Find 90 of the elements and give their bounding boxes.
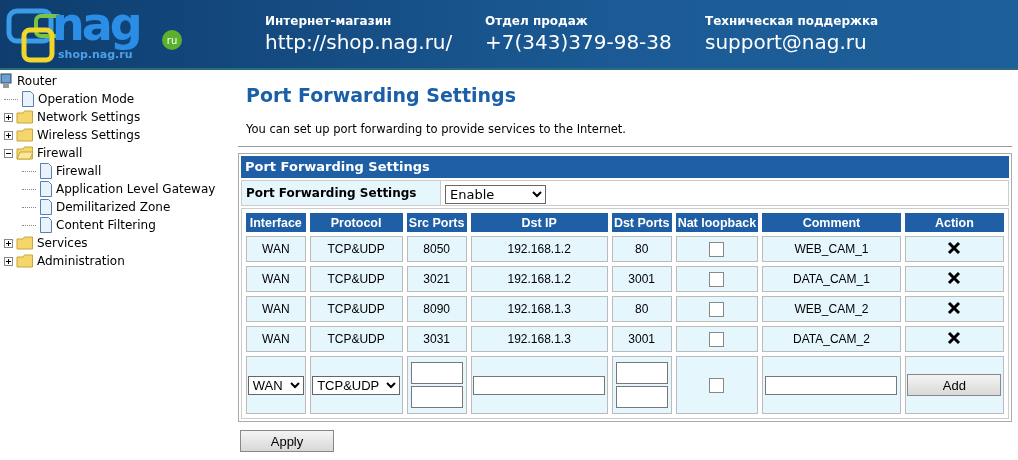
table-cell: TCP&UDP [309, 296, 403, 322]
page-icon [21, 91, 35, 107]
input-field[interactable] [615, 362, 668, 384]
table-cell: 192.168.1.3 [470, 326, 608, 352]
input-field[interactable] [410, 362, 463, 384]
column-header: Dst Ports [611, 213, 672, 232]
column-header: Protocol [309, 213, 403, 232]
table-cell: 192.168.1.2 [470, 266, 608, 292]
tree-item[interactable]: Demilitarized Zone [56, 200, 171, 214]
checkbox[interactable] [709, 377, 725, 393]
table-cell: 3021 [406, 266, 467, 292]
table-cell: 8050 [406, 236, 467, 262]
contact-value: support@nag.ru [705, 30, 868, 54]
contact-label: Отдел продаж [485, 14, 589, 28]
table-cell: 80 [611, 296, 672, 322]
panel-title: Port Forwarding Settings [241, 156, 1009, 178]
delete-icon[interactable] [947, 330, 962, 345]
column-header: Nat loopback [675, 213, 759, 232]
delete-icon[interactable] [947, 240, 962, 255]
expand-icon[interactable] [4, 112, 13, 122]
table-cell: TCP&UDP [309, 236, 403, 262]
table-cell: WAN [246, 326, 306, 352]
page-title: Port Forwarding Settings [246, 84, 517, 108]
contact-label: Интернет-магазин [265, 14, 393, 28]
table-cell: TCP&UDP [309, 266, 403, 292]
checkbox[interactable] [709, 301, 725, 317]
table-cell: 3001 [611, 326, 672, 352]
expand-icon[interactable] [4, 256, 13, 266]
folder-icon [16, 254, 34, 268]
table-cell: DATA_CAM_1 [762, 266, 901, 292]
checkbox[interactable] [709, 331, 725, 347]
checkbox[interactable] [709, 241, 725, 257]
column-header: Interface [246, 213, 306, 232]
protocol-select[interactable]: TCP&UDP [312, 375, 401, 395]
input-field[interactable] [410, 386, 463, 408]
column-header: Action [904, 213, 1004, 232]
expand-icon[interactable] [4, 238, 13, 248]
interface-select[interactable]: WAN [247, 375, 304, 395]
tree-item[interactable]: Firewall [37, 146, 83, 160]
expand-icon[interactable] [4, 130, 13, 140]
page-icon [39, 163, 53, 179]
logo-badge: ru [162, 30, 182, 50]
table-cell: WAN [246, 236, 306, 262]
tree-item[interactable]: Wireless Settings [37, 128, 141, 142]
table-cell: TCP&UDP [309, 326, 403, 352]
contact-value: http://shop.nag.ru/ [265, 30, 454, 54]
apply-button[interactable]: Apply [240, 430, 334, 452]
contact-value: +7(343)379-98-38 [485, 30, 673, 54]
folder-icon [16, 128, 34, 142]
column-header: Src Ports [406, 213, 467, 232]
page-icon [39, 181, 53, 197]
add-button[interactable]: Add [907, 374, 1002, 396]
column-header: Comment [762, 213, 901, 232]
input-field[interactable] [473, 375, 606, 395]
table-cell: 8090 [406, 296, 467, 322]
table-cell: 192.168.1.3 [470, 296, 608, 322]
table-cell: WAN [246, 266, 306, 292]
tree-item[interactable]: Services [37, 236, 88, 250]
table-cell: 80 [611, 236, 672, 262]
enable-select[interactable]: Enable [445, 185, 546, 204]
page-description: You can set up port forwarding to provide services to the Internet. [246, 122, 627, 136]
input-field[interactable] [615, 386, 668, 408]
tree-item[interactable]: Firewall [56, 164, 102, 178]
tree-root[interactable]: Router [17, 74, 57, 88]
input-field[interactable] [765, 375, 898, 395]
delete-icon[interactable] [947, 300, 962, 315]
column-header: Dst IP [470, 213, 608, 232]
delete-icon[interactable] [947, 270, 962, 285]
tree-item[interactable]: Administration [37, 254, 125, 268]
page-icon [39, 199, 53, 215]
table-cell: 192.168.1.2 [470, 236, 608, 262]
table-cell: 3001 [611, 266, 672, 292]
computer-icon [0, 73, 14, 89]
collapse-icon[interactable] [4, 148, 13, 158]
tree-item[interactable]: Operation Mode [38, 92, 135, 106]
table-cell: WEB_CAM_2 [762, 296, 901, 322]
folder-icon [16, 146, 34, 160]
folder-icon [16, 110, 34, 124]
page-icon [39, 217, 53, 233]
table-cell: DATA_CAM_2 [762, 326, 901, 352]
table-cell: 3031 [406, 326, 467, 352]
checkbox[interactable] [709, 271, 725, 287]
contact-label: Техническая поддержка [705, 14, 880, 28]
tree-item[interactable]: Content Filtering [56, 218, 156, 232]
setting-label: Port Forwarding Settings [242, 181, 441, 205]
table-cell: WEB_CAM_1 [762, 236, 901, 262]
folder-icon [16, 236, 34, 250]
tree-item[interactable]: Network Settings [37, 110, 141, 124]
tree-item[interactable]: Application Level Gateway [56, 182, 216, 196]
table-cell: WAN [246, 296, 306, 322]
